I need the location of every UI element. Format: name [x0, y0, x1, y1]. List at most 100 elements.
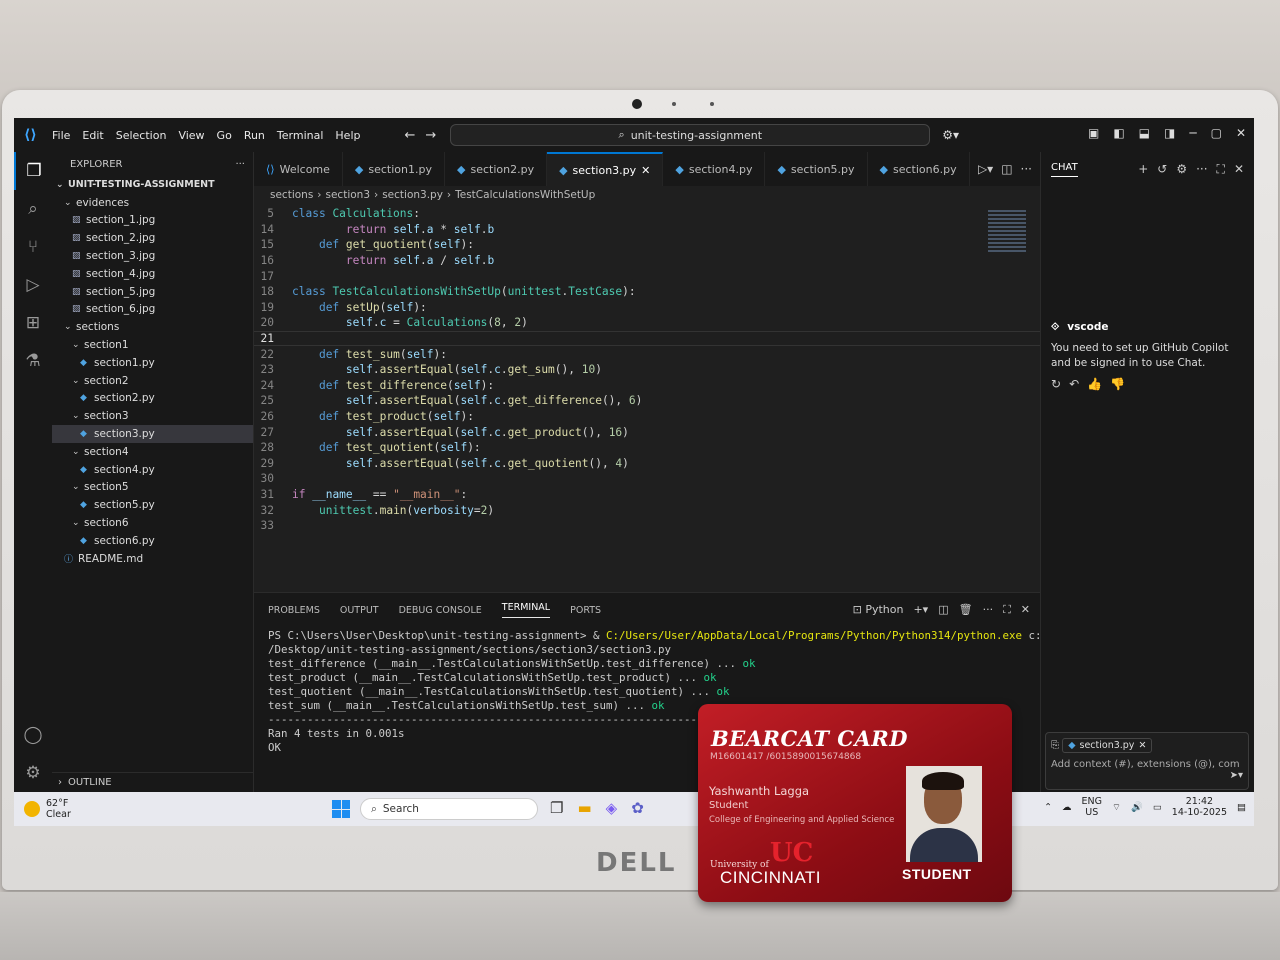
folder-item[interactable]: ⌄ section2	[52, 372, 253, 390]
layout-icon[interactable]: ▣	[1088, 126, 1099, 140]
folder-item[interactable]: ⌄ section5	[52, 479, 253, 497]
folder-item[interactable]: ⌄ section1	[52, 336, 253, 354]
code-line[interactable]: 28 def test_quotient(self):	[254, 440, 1040, 456]
panel-tab-ports[interactable]: PORTS	[570, 605, 601, 616]
workspace-root[interactable]: ⌄ UNIT-TESTING-ASSIGNMENT	[52, 176, 253, 194]
wifi-icon[interactable]: ⌔	[1112, 802, 1121, 813]
copilot-icon[interactable]: ⚙▾	[942, 128, 959, 142]
taskbar-search[interactable]: ⌕ Search	[360, 798, 538, 820]
code-line[interactable]: 23 self.assertEqual(self.c.get_sum(), 10…	[254, 362, 1040, 378]
tab-section5-py[interactable]: ◆ section5.py	[765, 152, 868, 186]
teams-icon[interactable]: ✿	[631, 799, 644, 817]
code-line[interactable]: 25 self.assertEqual(self.c.get_differenc…	[254, 393, 1040, 409]
tab-section2-py[interactable]: ◆ section2.py	[445, 152, 548, 186]
file-item[interactable]: ▨ section_6.jpg	[52, 301, 253, 319]
code-line[interactable]: 26 def test_product(self):	[254, 409, 1040, 425]
forward-arrow-icon[interactable]: →	[425, 128, 436, 143]
more-icon[interactable]: ···	[1021, 162, 1032, 176]
more-icon[interactable]: ···	[983, 603, 994, 617]
folder-item[interactable]: ⌄ sections	[52, 318, 253, 336]
account-icon[interactable]: ◯	[14, 716, 52, 754]
breadcrumb-item[interactable]: sections	[270, 189, 313, 201]
run-debug-icon[interactable]: ▷	[14, 266, 52, 304]
code-line[interactable]: 27 self.assertEqual(self.c.get_product()…	[254, 424, 1040, 440]
breadcrumb-item[interactable]: section3	[326, 189, 371, 201]
file-item[interactable]: ◆ section6.py	[52, 532, 253, 550]
source-control-icon[interactable]: ⑂	[14, 228, 52, 266]
code-line[interactable]: 30	[254, 471, 1040, 487]
file-item[interactable]: ◆ section5.py	[52, 496, 253, 514]
code-line[interactable]: 32 unittest.main(verbosity=2)	[254, 502, 1040, 518]
context-chip[interactable]: ◆ section3.py ✕	[1062, 738, 1153, 753]
minimize-icon[interactable]: ─	[1189, 126, 1196, 140]
file-item[interactable]: ◆ section2.py	[52, 390, 253, 408]
trash-icon[interactable]: 🗑	[959, 603, 973, 617]
testing-icon[interactable]: ⚗	[14, 342, 52, 380]
split-editor-icon[interactable]: ◫	[1001, 162, 1012, 176]
chat-input[interactable]: ⎘ ◆ section3.py ✕ Add context (#), exten…	[1045, 732, 1249, 790]
settings-icon[interactable]: ⚙	[14, 754, 52, 792]
menu-edit[interactable]: Edit	[82, 129, 103, 142]
tab-section4-py[interactable]: ◆ section4.py	[663, 152, 766, 186]
new-chat-icon[interactable]: +	[1138, 162, 1148, 177]
split-terminal-icon[interactable]: ◫	[938, 603, 948, 617]
thumbs-up-icon[interactable]: 👍	[1087, 377, 1102, 392]
command-center[interactable]: ⌕ unit-testing-assignment	[450, 124, 931, 146]
file-item[interactable]: ◆ section1.py	[52, 354, 253, 372]
attach-icon[interactable]: ⎘	[1051, 740, 1059, 751]
menu-file[interactable]: File	[52, 129, 70, 142]
file-item[interactable]: ▨ section_3.jpg	[52, 247, 253, 265]
more-icon[interactable]: ···	[1196, 162, 1207, 177]
code-line[interactable]: 24 def test_difference(self):	[254, 378, 1040, 394]
breadcrumb-item[interactable]: TestCalculationsWithSetUp	[455, 189, 595, 201]
code-line[interactable]: 16 return self.a / self.b	[254, 253, 1040, 269]
code-line[interactable]: 19 def setUp(self):	[254, 300, 1040, 316]
minimap[interactable]	[988, 210, 1026, 252]
close-icon[interactable]: ✕	[1234, 162, 1244, 177]
code-line[interactable]: 29 self.assertEqual(self.c.get_quotient(…	[254, 456, 1040, 472]
code-line[interactable]: 18 class TestCalculationsWithSetUp(unitte…	[254, 284, 1040, 300]
menu-selection[interactable]: Selection	[116, 129, 167, 142]
search-icon[interactable]: ⌕	[14, 190, 52, 228]
clock[interactable]: 21:42 14-10-2025	[1172, 796, 1227, 818]
outline-section[interactable]: › OUTLINE	[52, 772, 254, 792]
explorer-icon[interactable]: ❐	[14, 152, 52, 190]
file-item[interactable]: ▨ section_2.jpg	[52, 229, 253, 247]
maximize-icon[interactable]: ⛶	[1217, 162, 1225, 177]
menu-help[interactable]: Help	[335, 129, 360, 142]
terminal-shell-selector[interactable]: ⊡ Python	[853, 603, 904, 617]
tab-section1-py[interactable]: ◆ section1.py	[343, 152, 445, 186]
task-view-icon[interactable]: ❐	[550, 799, 563, 817]
back-arrow-icon[interactable]: ←	[404, 128, 415, 143]
file-item[interactable]: ◆ section4.py	[52, 461, 253, 479]
volume-icon[interactable]: 🔊	[1131, 802, 1143, 813]
menu-run[interactable]: Run	[244, 129, 265, 142]
copilot-app-icon[interactable]: ◈	[606, 799, 618, 817]
thumbs-down-icon[interactable]: 👎	[1110, 377, 1125, 392]
gear-icon[interactable]: ⚙	[1176, 162, 1187, 177]
code-line[interactable]: 20 self.c = Calculations(8, 2)	[254, 315, 1040, 331]
folder-item[interactable]: ⌄ section6	[52, 514, 253, 532]
code-line[interactable]: 14 return self.a * self.b	[254, 222, 1040, 238]
close-tab-icon[interactable]: ✕	[641, 164, 650, 177]
panel-tab-terminal[interactable]: TERMINAL	[501, 602, 551, 618]
undo-icon[interactable]: ↶	[1069, 377, 1079, 392]
panel-tab-debug-console[interactable]: DEBUG CONSOLE	[399, 605, 482, 616]
panel-tab-problems[interactable]: PROBLEMS	[268, 605, 320, 616]
tab-section3-py[interactable]: ◆ section3.py ✕	[547, 152, 664, 186]
run-icon[interactable]: ▷▾	[978, 162, 993, 176]
code-line[interactable]: 5 class Calculations:	[254, 206, 1040, 222]
panel-tab-output[interactable]: OUTPUT	[340, 605, 379, 616]
new-terminal-icon[interactable]: +▾	[913, 603, 928, 617]
breadcrumb-item[interactable]: section3.py	[382, 189, 443, 201]
restore-icon[interactable]: ▢	[1211, 126, 1222, 140]
code-line[interactable]: 33	[254, 518, 1040, 534]
send-icon[interactable]: ➤▾	[1051, 770, 1243, 781]
code-line[interactable]: 31 if __name__ == "__main__":	[254, 487, 1040, 503]
folder-item[interactable]: ⌄ evidences	[52, 194, 253, 212]
toggle-sidebar-icon[interactable]: ◧	[1113, 126, 1124, 140]
file-item[interactable]: ▨ section_4.jpg	[52, 265, 253, 283]
code-area[interactable]: 5 class Calculations: 14 return self.a * s…	[254, 204, 1040, 533]
start-icon[interactable]	[332, 800, 350, 818]
history-icon[interactable]: ↺	[1157, 162, 1167, 177]
